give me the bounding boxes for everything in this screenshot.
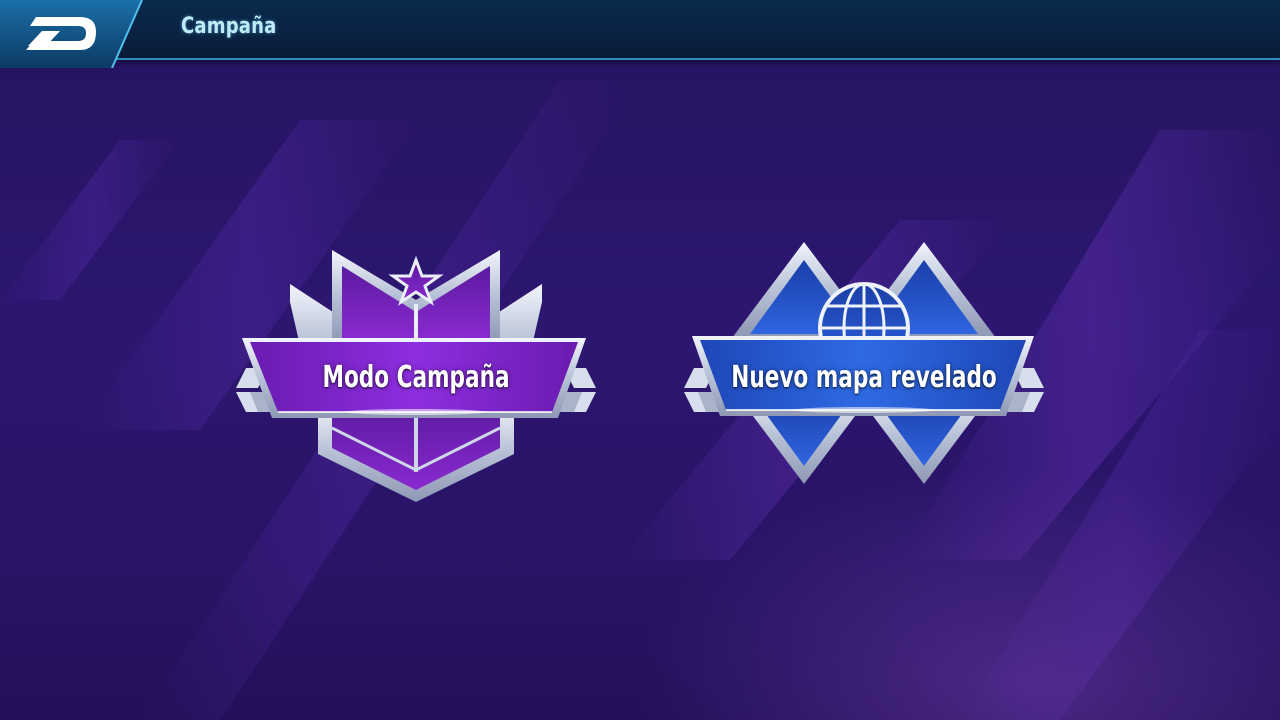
page-title: Campaña [181,14,277,39]
background-pattern [0,0,1280,720]
campaign-mode-button[interactable]: Modo Campaña [228,242,604,506]
back-button[interactable] [0,0,150,68]
new-map-label: Nuevo mapa revelado [731,360,997,395]
back-arrow-icon [0,0,143,68]
new-map-button[interactable]: Nuevo mapa revelado [676,238,1052,488]
campaign-mode-label: Modo Campaña [322,360,510,395]
campaign-screen: Campaña Modo Campaña Nuevo mapa revelado [0,0,1280,720]
